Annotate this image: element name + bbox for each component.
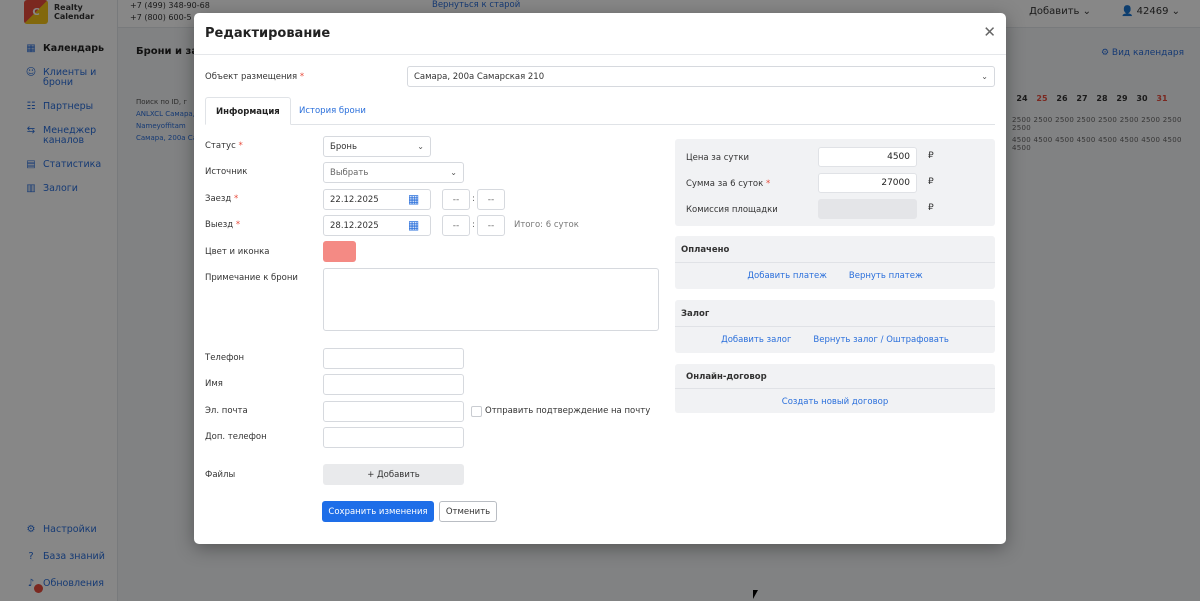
- add-payment-link[interactable]: Добавить платеж: [747, 271, 827, 281]
- checkin-hour-input[interactable]: --: [442, 189, 470, 210]
- checkin-label: Заезд *: [205, 194, 239, 204]
- email-label: Эл. почта: [205, 406, 248, 416]
- email-input[interactable]: [323, 401, 464, 422]
- source-label: Источник: [205, 167, 248, 177]
- sum-input[interactable]: 27000: [818, 173, 917, 193]
- color-swatch[interactable]: [323, 241, 356, 262]
- price-per-day-label: Цена за сутки: [686, 153, 750, 163]
- mouse-cursor: [753, 590, 758, 599]
- note-textarea[interactable]: [323, 268, 659, 331]
- alt-phone-label: Доп. телефон: [205, 432, 267, 442]
- source-select[interactable]: Выбрать ⌄: [323, 162, 464, 183]
- calendar-icon[interactable]: ▦: [408, 219, 419, 231]
- chevron-down-icon: ⌄: [450, 168, 457, 177]
- calendar-icon[interactable]: ▦: [408, 193, 419, 205]
- send-confirmation-label: Отправить подтверждение на почту: [485, 406, 651, 416]
- currency-symbol: ₽: [928, 177, 934, 187]
- chevron-down-icon: ⌄: [981, 72, 988, 81]
- total-nights: Итого: 6 суток: [514, 220, 579, 230]
- price-panel: Цена за сутки 4500 ₽ Сумма за 6 суток * …: [675, 139, 995, 226]
- checkin-minute-input[interactable]: --: [477, 189, 505, 210]
- name-label: Имя: [205, 379, 223, 389]
- object-select[interactable]: Самара, 200а Самарская 210 ⌄: [407, 66, 995, 87]
- checkout-minute-input[interactable]: --: [477, 215, 505, 236]
- alt-phone-input[interactable]: [323, 427, 464, 448]
- app-root: C Realty Calendar ▦ Календарь ☺ Клиенты и …: [0, 0, 1200, 601]
- commission-input: [818, 199, 917, 219]
- refund-payment-link[interactable]: Вернуть платеж: [849, 271, 923, 281]
- modal-title: Редактирование: [205, 26, 331, 41]
- deposit-actions: Добавить залог Вернуть залог / Оштрафова…: [675, 335, 995, 345]
- status-select[interactable]: Бронь ⌄: [323, 136, 431, 157]
- note-label: Примечание к брони: [205, 273, 298, 283]
- tab-info[interactable]: Информация: [205, 97, 291, 125]
- commission-label: Комиссия площадки: [686, 205, 778, 215]
- modal-header: Редактирование ✕: [194, 13, 1006, 55]
- checkout-hour-input[interactable]: --: [442, 215, 470, 236]
- checkout-label: Выезд *: [205, 220, 241, 230]
- currency-symbol: ₽: [928, 151, 934, 161]
- paid-panel: Оплачено Добавить платеж Вернуть платеж: [675, 236, 995, 289]
- sum-label: Сумма за 6 суток *: [686, 179, 771, 189]
- send-confirmation-checkbox[interactable]: [471, 406, 482, 417]
- phone-label: Телефон: [205, 353, 245, 363]
- chevron-down-icon: ⌄: [417, 142, 424, 151]
- close-icon[interactable]: ✕: [983, 25, 996, 40]
- edit-booking-modal: Редактирование ✕ Объект размещения * Сам…: [194, 13, 1006, 544]
- deposit-title: Залог: [681, 309, 710, 319]
- create-contract-link[interactable]: Создать новый договор: [782, 397, 888, 407]
- return-deposit-link[interactable]: Вернуть залог / Оштрафовать: [813, 335, 948, 345]
- files-label: Файлы: [205, 470, 236, 480]
- paid-actions: Добавить платеж Вернуть платеж: [675, 271, 995, 281]
- object-label: Объект размещения *: [205, 72, 305, 82]
- add-deposit-link[interactable]: Добавить залог: [721, 335, 791, 345]
- cancel-button[interactable]: Отменить: [439, 501, 497, 522]
- save-button[interactable]: Сохранить изменения: [322, 501, 434, 522]
- color-label: Цвет и иконка: [205, 247, 270, 257]
- currency-symbol: ₽: [928, 203, 934, 213]
- modal-tabs: Информация История брони: [205, 97, 995, 125]
- deposit-panel: Залог Добавить залог Вернуть залог / Ошт…: [675, 300, 995, 353]
- name-input[interactable]: [323, 374, 464, 395]
- contract-title: Онлайн-договор: [686, 372, 767, 382]
- price-per-day-input[interactable]: 4500: [818, 147, 917, 167]
- status-label: Статус *: [205, 141, 243, 151]
- contract-actions: Создать новый договор: [675, 397, 995, 407]
- tab-history[interactable]: История брони: [289, 97, 376, 125]
- phone-input[interactable]: [323, 348, 464, 369]
- paid-title: Оплачено: [681, 245, 730, 255]
- add-file-button[interactable]: + Добавить: [323, 464, 464, 485]
- contract-panel: Онлайн-договор Создать новый договор: [675, 364, 995, 413]
